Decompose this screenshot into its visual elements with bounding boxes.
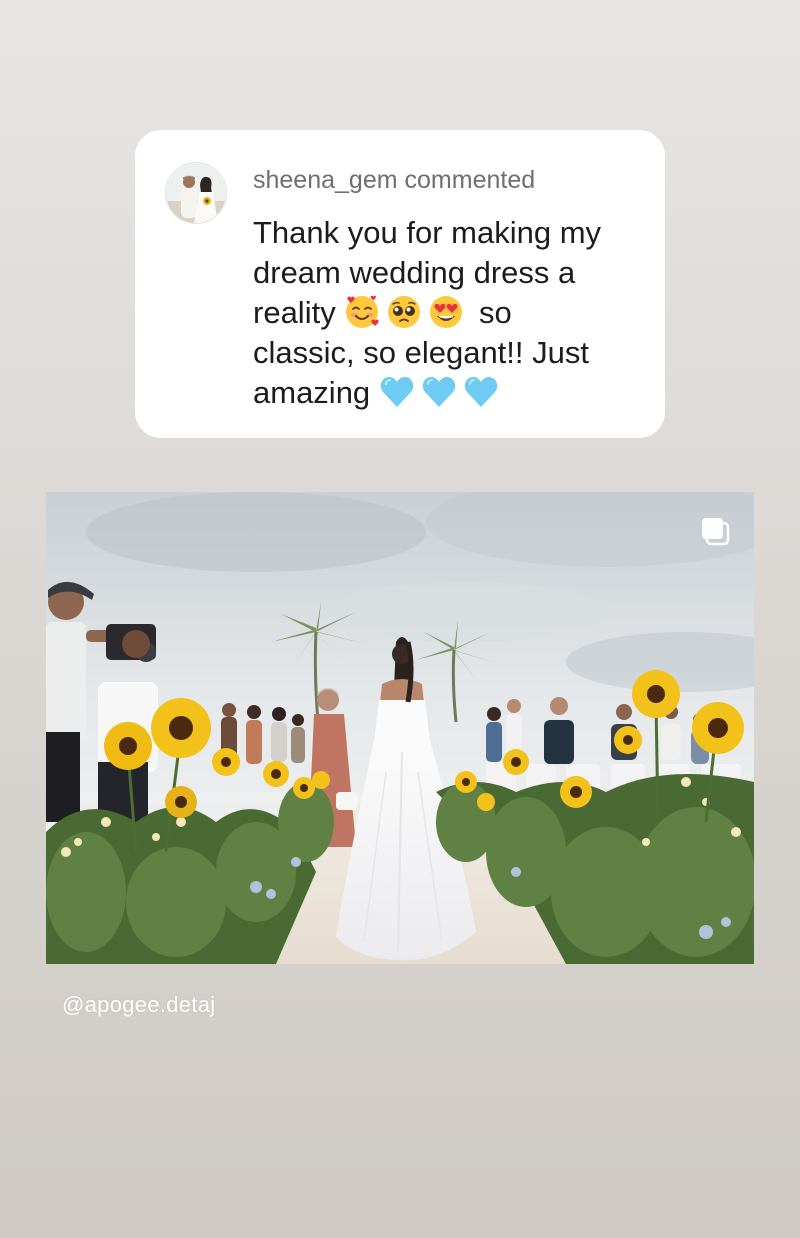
comment-word: so xyxy=(478,295,512,330)
heart-eyes-face-icon xyxy=(428,294,464,330)
comment-line: dream wedding dress a xyxy=(253,255,576,290)
comment-line-with-emojis: reality so xyxy=(253,293,643,333)
comment-line-with-emojis: amazing xyxy=(253,373,643,413)
comment-action: commented xyxy=(404,166,536,194)
username[interactable]: sheena_gem xyxy=(253,166,398,194)
avatar[interactable] xyxy=(165,162,227,224)
comment-word: reality xyxy=(253,295,336,330)
pleading-face-icon xyxy=(386,294,422,330)
comment-header: sheena_gem commented xyxy=(253,166,535,195)
mention-tag[interactable]: @apogee.detaj xyxy=(62,992,215,1018)
light-blue-heart-icon xyxy=(379,374,415,410)
comment-line: Thank you for making my xyxy=(253,215,602,250)
light-blue-heart-icon xyxy=(463,374,499,410)
smiling-face-with-hearts-icon xyxy=(344,294,380,330)
light-blue-heart-icon xyxy=(421,374,457,410)
post-photo[interactable] xyxy=(46,492,754,964)
comment-text: Thank you for making my dream wedding dr… xyxy=(253,213,643,413)
comment-line: classic, so elegant!! Just xyxy=(253,335,589,370)
gallery-icon[interactable] xyxy=(698,514,732,548)
comment-word: amazing xyxy=(253,375,371,410)
comment-card[interactable]: sheena_gem commented Thank you for makin… xyxy=(135,130,665,438)
